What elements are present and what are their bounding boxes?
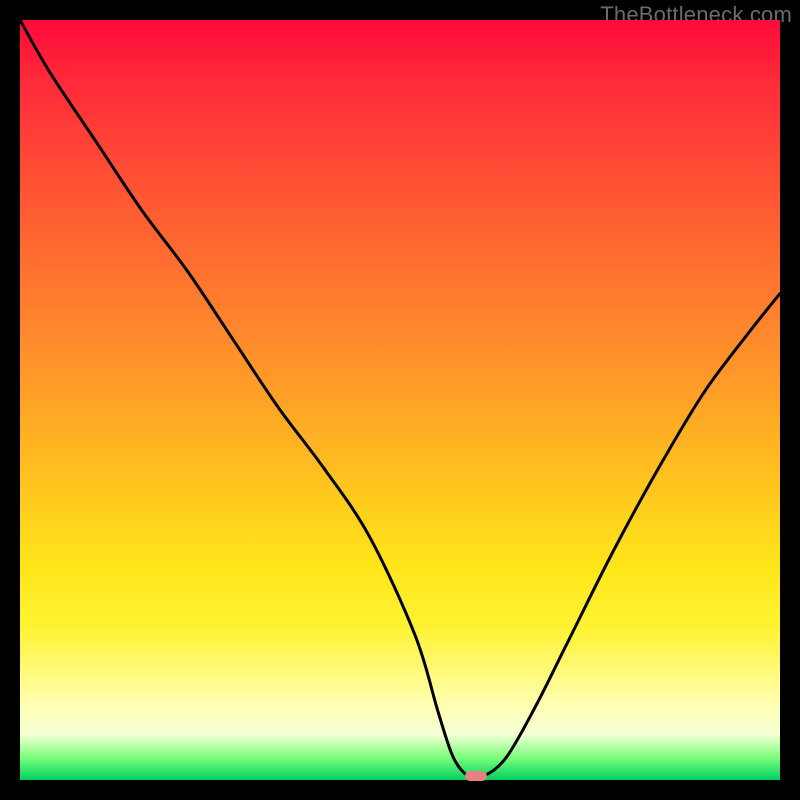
bottleneck-curve <box>20 20 780 779</box>
plot-area <box>20 20 780 780</box>
curve-svg <box>20 20 780 780</box>
chart-frame: TheBottleneck.com <box>0 0 800 800</box>
minimum-marker <box>465 771 487 781</box>
